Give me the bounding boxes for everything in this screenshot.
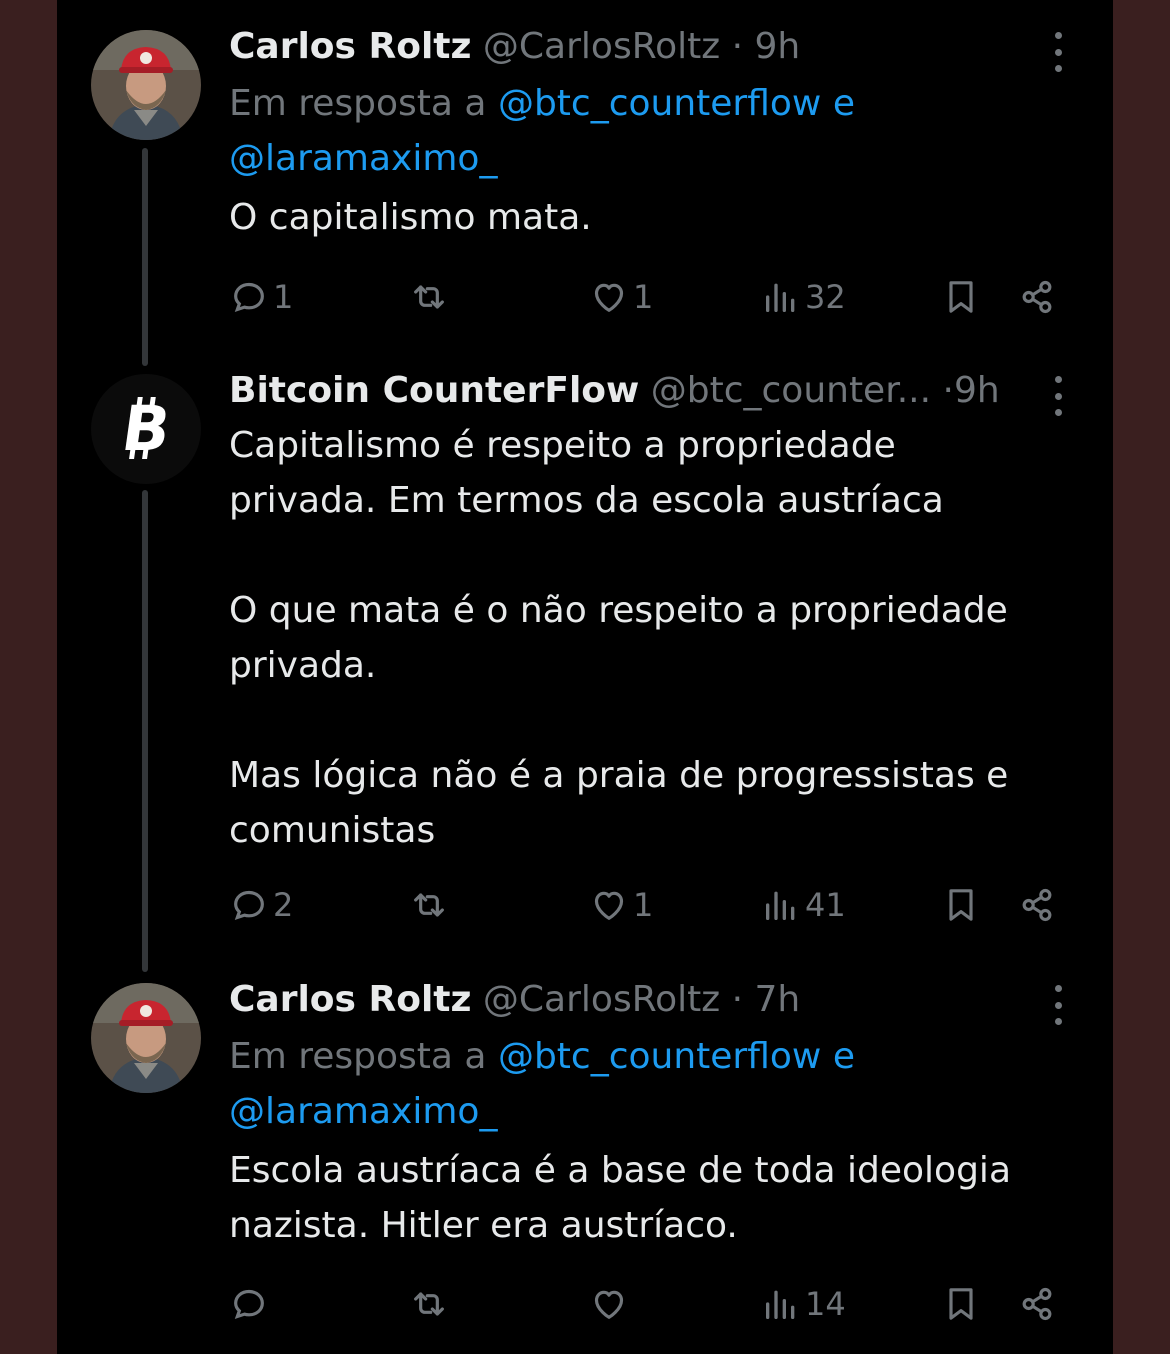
author-handle[interactable]: @CarlosRoltz xyxy=(483,26,720,67)
views-icon xyxy=(766,1290,795,1319)
reply-button[interactable]: 2 xyxy=(229,880,293,930)
retweet-button[interactable] xyxy=(409,880,449,930)
separator-dot: · xyxy=(731,979,744,1020)
like-icon xyxy=(594,283,624,312)
share-button[interactable] xyxy=(1017,1279,1057,1329)
reply-icon xyxy=(234,890,264,920)
mention-conjunction: e xyxy=(832,83,855,124)
bookmark-icon xyxy=(949,1288,973,1320)
reply-icon xyxy=(234,1289,264,1319)
author-handle[interactable]: @btc_counter... xyxy=(651,370,931,411)
separator-dot: · xyxy=(942,370,954,411)
bookmark-icon xyxy=(949,889,973,921)
like-icon xyxy=(594,891,624,920)
tweet-header: Carlos Roltz @CarlosRoltz · 9h xyxy=(229,18,1069,76)
share-icon xyxy=(1022,888,1052,922)
mention-link[interactable]: @laramaximo_ xyxy=(229,138,497,179)
retweet-button[interactable] xyxy=(409,272,449,322)
reply-button[interactable] xyxy=(229,1279,273,1329)
avatar-carlos[interactable] xyxy=(91,983,201,1093)
reply-icon xyxy=(234,282,264,312)
tweet-text: Capitalismo é respeito a propriedade pri… xyxy=(229,425,1009,851)
retweet-icon xyxy=(414,893,444,917)
like-icon xyxy=(594,1290,624,1319)
tweet-header: Bitcoin CounterFlow @btc_counter... ·9h xyxy=(229,362,1069,420)
more-icon[interactable] xyxy=(1043,32,1073,72)
more-icon[interactable] xyxy=(1043,985,1073,1025)
timestamp[interactable]: 9h xyxy=(954,370,1000,411)
reply-count: 2 xyxy=(273,886,294,924)
reply-context: Em resposta a @btc_counterflow e @larama… xyxy=(229,76,1069,186)
reply-context: Em resposta a @btc_counterflow e @larama… xyxy=(229,1029,1069,1139)
share-icon xyxy=(1022,1287,1052,1321)
like-count: 1 xyxy=(633,886,654,924)
more-icon[interactable] xyxy=(1043,376,1073,416)
retweet-icon xyxy=(414,1292,444,1316)
timestamp[interactable]: 7h xyxy=(755,979,801,1020)
share-icon xyxy=(1022,280,1052,314)
reply-prefix: Em resposta a xyxy=(229,83,487,124)
views-button[interactable]: 32 xyxy=(761,272,846,322)
action-bar: 2 1 41 xyxy=(229,880,1069,930)
views-icon xyxy=(766,891,795,920)
bookmark-button[interactable] xyxy=(941,272,981,322)
views-count: 32 xyxy=(805,278,846,316)
like-button[interactable] xyxy=(589,1279,633,1329)
retweet-button[interactable] xyxy=(409,1279,449,1329)
action-bar: 1 1 32 xyxy=(229,272,1069,322)
avatar-bitcoin[interactable]: B xyxy=(91,374,201,484)
author-name[interactable]: Carlos Roltz xyxy=(229,26,471,67)
retweet-icon xyxy=(414,285,444,309)
views-count: 41 xyxy=(805,886,846,924)
reply-count: 1 xyxy=(273,278,294,316)
like-count: 1 xyxy=(633,278,654,316)
share-button[interactable] xyxy=(1017,272,1057,322)
timeline: Carlos Roltz @CarlosRoltz · 9h Em respos… xyxy=(57,0,1113,1354)
bitcoin-logo: B xyxy=(91,374,201,484)
share-button[interactable] xyxy=(1017,880,1057,930)
author-name[interactable]: Carlos Roltz xyxy=(229,979,471,1020)
thread-line xyxy=(142,490,148,972)
tweet-text: O capitalismo mata. xyxy=(229,197,592,238)
like-button[interactable]: 1 xyxy=(589,272,653,322)
reply-prefix: Em resposta a xyxy=(229,1036,487,1077)
mention-link[interactable]: @laramaximo_ xyxy=(229,1091,497,1132)
author-handle[interactable]: @CarlosRoltz xyxy=(483,979,720,1020)
author-name[interactable]: Bitcoin CounterFlow xyxy=(229,370,639,411)
separator-dot: · xyxy=(731,26,744,67)
views-button[interactable]: 14 xyxy=(761,1279,846,1329)
bookmark-button[interactable] xyxy=(941,1279,981,1329)
like-button[interactable]: 1 xyxy=(589,880,653,930)
reply-button[interactable]: 1 xyxy=(229,272,293,322)
views-icon xyxy=(766,283,795,312)
mention-link[interactable]: @btc_counterflow xyxy=(498,83,821,124)
thread-line xyxy=(142,148,148,366)
views-count: 14 xyxy=(805,1285,846,1323)
action-bar: 14 xyxy=(229,1279,1069,1329)
views-button[interactable]: 41 xyxy=(761,880,846,930)
tweet-text: Escola austríaca é a base de toda ideolo… xyxy=(229,1150,1011,1246)
bookmark-icon xyxy=(949,281,973,313)
bookmark-button[interactable] xyxy=(941,880,981,930)
tweet-header: Carlos Roltz @CarlosRoltz · 7h xyxy=(229,971,1069,1029)
mention-conjunction: e xyxy=(832,1036,855,1077)
avatar-carlos[interactable] xyxy=(91,30,201,140)
timestamp[interactable]: 9h xyxy=(755,26,801,67)
mention-link[interactable]: @btc_counterflow xyxy=(498,1036,821,1077)
